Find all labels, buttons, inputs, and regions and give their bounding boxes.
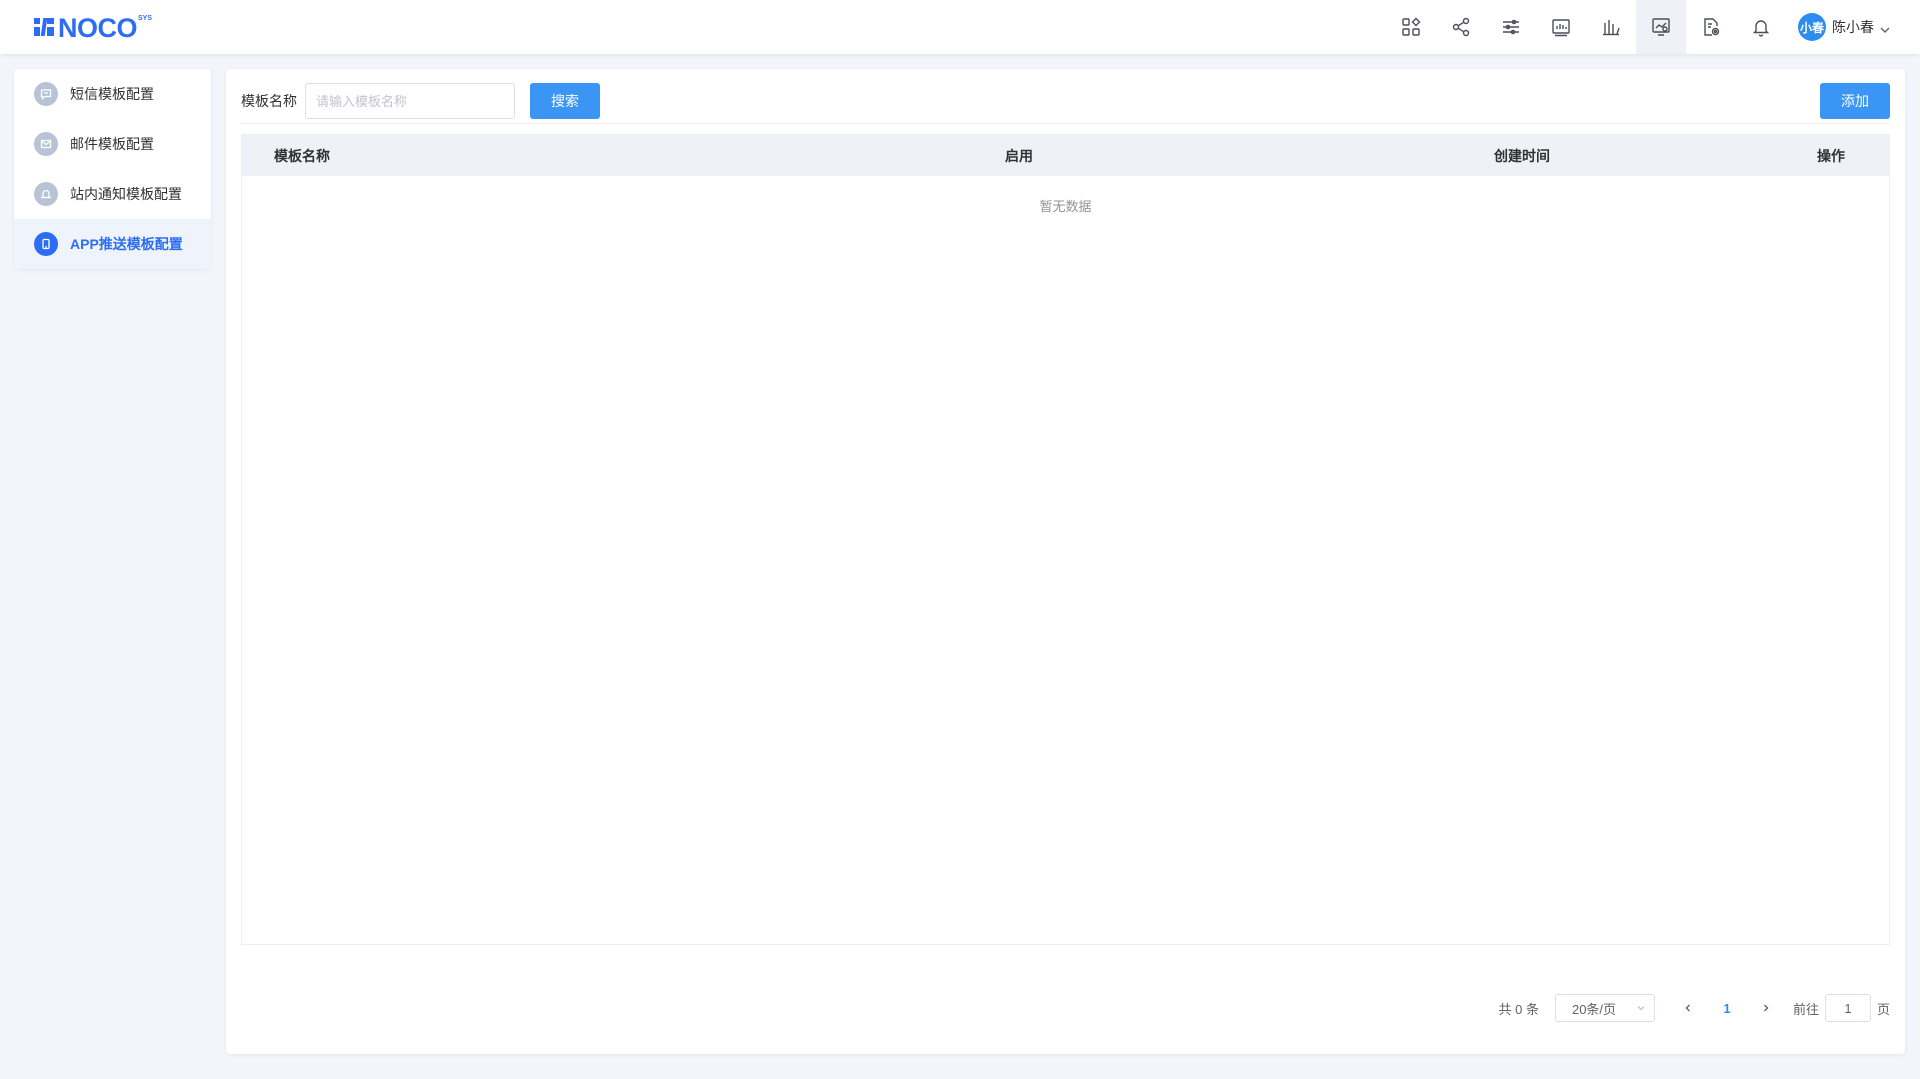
document-settings-icon[interactable] [1686, 0, 1736, 54]
template-table: 模板名称 启用 创建时间 操作 暂无数据 [241, 134, 1890, 945]
app-logo[interactable]: NOCO SYS [34, 14, 152, 42]
sidebar-item-site-notice-template[interactable]: 站内通知模板配置 [14, 169, 211, 219]
monitor-icon[interactable] [1636, 0, 1686, 54]
goto-label: 前往 [1792, 1001, 1819, 1017]
pagination-total: 共 0 条 [1498, 1001, 1539, 1017]
chevron-right-icon [1763, 1004, 1769, 1012]
mail-icon [34, 132, 58, 156]
sidebar-item-app-push-template[interactable]: APP推送模板配置 [14, 219, 211, 269]
sidebar-item-label: 站内通知模板配置 [70, 186, 182, 202]
report-icon[interactable] [1536, 0, 1586, 54]
logo-mark-icon [34, 18, 56, 38]
chevron-left-icon [1685, 1004, 1690, 1012]
column-header-enabled[interactable]: 启用 [1005, 146, 1033, 166]
filter-toolbar: 模板名称 搜索 添加 [241, 81, 1890, 121]
phone-icon [34, 232, 58, 256]
column-header-template-name[interactable]: 模板名称 [274, 146, 330, 166]
user-name: 陈小春 [1832, 19, 1874, 35]
top-header: NOCO SYS 小春 陈小春 [0, 0, 1920, 54]
page-number[interactable]: 1 [1703, 994, 1751, 1022]
sidebar-item-sms-template[interactable]: 短信模板配置 [14, 69, 211, 119]
chevron-down-icon [1637, 1006, 1645, 1011]
table-header: 模板名称 启用 创建时间 操作 [242, 135, 1889, 176]
user-menu[interactable]: 小春 陈小春 [1798, 13, 1890, 41]
divider [241, 123, 1890, 124]
logo-text: NOCO [58, 13, 138, 43]
sidebar-item-label: APP推送模板配置 [70, 236, 183, 252]
empty-state-text: 暂无数据 [1039, 199, 1092, 214]
bell-icon [34, 182, 58, 206]
prev-page-button[interactable] [1673, 994, 1703, 1022]
column-header-created-time[interactable]: 创建时间 [1494, 146, 1550, 166]
next-page-button[interactable] [1751, 994, 1781, 1022]
page-size-select[interactable]: 20条/页 [1554, 994, 1655, 1022]
logo-sup: SYS [138, 15, 153, 22]
header-toolbar: 小春 陈小春 [1386, 0, 1920, 54]
main-panel: 模板名称 搜索 添加 模板名称 启用 创建时间 操作 暂无数据 共 0 条 20… [226, 69, 1905, 1054]
sliders-icon[interactable] [1486, 0, 1536, 54]
sidebar-item-label: 邮件模板配置 [70, 136, 154, 152]
apps-icon[interactable] [1386, 0, 1436, 54]
chart-icon[interactable] [1586, 0, 1636, 54]
bell-icon[interactable] [1736, 0, 1786, 54]
template-name-input[interactable] [305, 83, 515, 119]
sidebar-item-label: 短信模板配置 [70, 86, 154, 102]
share-icon[interactable] [1436, 0, 1486, 54]
message-icon [34, 82, 58, 106]
filter-label: 模板名称 [241, 93, 297, 109]
page-suffix: 页 [1876, 1001, 1890, 1017]
search-button[interactable]: 搜索 [530, 83, 600, 119]
goto-page-input[interactable] [1824, 994, 1871, 1022]
pagination: 共 0 条 20条/页 1 前往 页 [1498, 994, 1890, 1022]
column-header-actions[interactable]: 操作 [1817, 146, 1845, 166]
sidebar: 短信模板配置 邮件模板配置 站内通知模板配置 APP推送模板配置 [14, 69, 211, 269]
avatar: 小春 [1798, 13, 1826, 41]
page-size-value: 20条/页 [1571, 1001, 1617, 1017]
add-button[interactable]: 添加 [1820, 83, 1890, 119]
sidebar-item-email-template[interactable]: 邮件模板配置 [14, 119, 211, 169]
chevron-down-icon [1880, 22, 1890, 33]
